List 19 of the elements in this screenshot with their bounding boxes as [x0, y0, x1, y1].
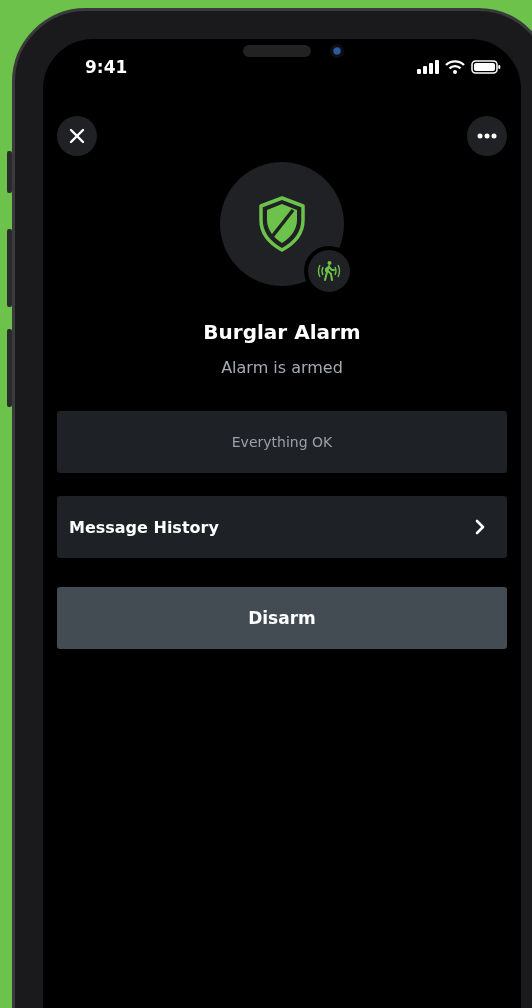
close-button[interactable]: [57, 116, 97, 156]
close-icon: [69, 128, 85, 144]
camera-lens: [330, 44, 344, 58]
speaker-grille: [243, 45, 311, 57]
menu-row[interactable]: Message History: [57, 496, 507, 558]
more-button[interactable]: [467, 116, 507, 156]
chevron-right-icon: [475, 519, 485, 535]
battery-icon: [471, 60, 501, 74]
signal-icon: [417, 60, 439, 74]
wifi-icon: [445, 60, 465, 74]
status-card: Everything OK: [57, 411, 507, 473]
disarm-button[interactable]: Disarm: [57, 587, 507, 649]
device-status: Alarm is armed: [220, 358, 344, 377]
status-time: 9:41: [85, 57, 128, 77]
more-icon: [477, 133, 497, 139]
menu-label: Message History: [69, 517, 219, 537]
motion-sensor-icon: [316, 260, 342, 282]
shield-icon: [257, 196, 307, 252]
device-name: Burglar Alarm: [202, 320, 362, 344]
